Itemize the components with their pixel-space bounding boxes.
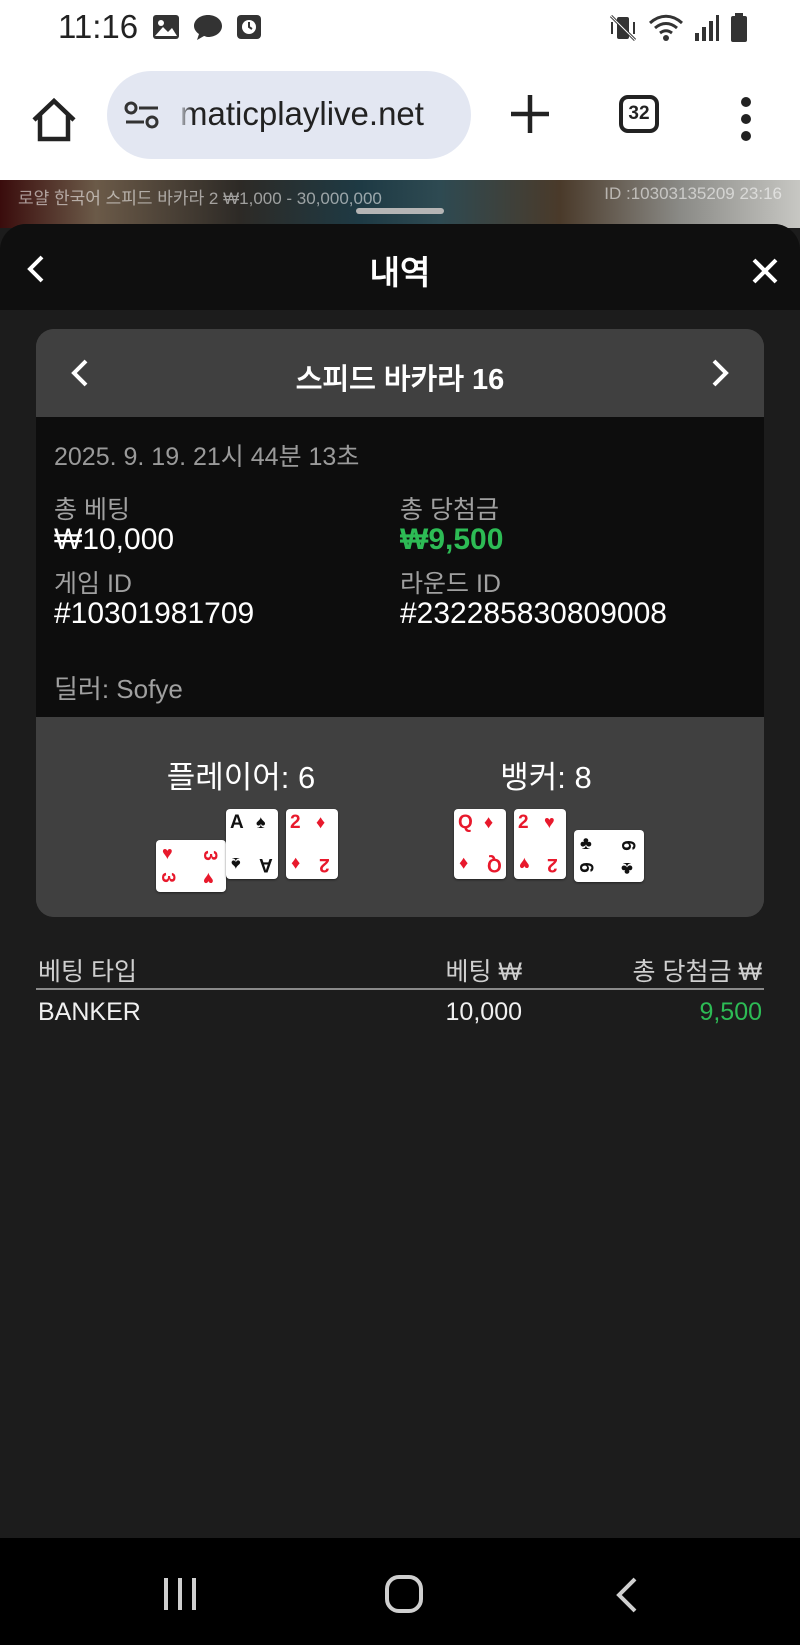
status-bar: 11:16 (0, 0, 800, 58)
dealer-name: 딜러: Sofye (54, 674, 183, 704)
table-title: 로얄 한국어 스피드 바카라 2 ₩1,000 - 30,000,000 (18, 189, 382, 208)
table-row: BANKER 10,000 9,500 (36, 994, 764, 1034)
col-bet-type: 베팅 타입 (38, 958, 137, 986)
game-id-label: 게임 ID (54, 570, 132, 598)
player-card-1: ♥ 3 3 ♥ (156, 840, 226, 892)
battery-icon (731, 13, 747, 42)
sheet-drag-handle[interactable] (356, 208, 444, 214)
sheet-header: 내역 (0, 224, 800, 310)
round-result: 플레이어: 6 뱅커: 8 ♥ 3 3 ♥ A ♠ ♠ A 2 ♦ ♦ 2 Q … (36, 717, 764, 917)
wifi-icon (648, 14, 684, 41)
banker-card-1: Q ♦ ♦ Q (454, 809, 506, 879)
total-bet-label: 총 베팅 (54, 496, 130, 524)
home-icon[interactable] (28, 94, 80, 146)
alarm-icon (237, 15, 261, 39)
banker-card-2: 2 ♥ ♥ 2 (514, 809, 566, 879)
sheet-title: 내역 (369, 254, 431, 291)
nav-home-icon[interactable] (384, 1574, 424, 1614)
history-sheet: 내역 스피드 바카라 16 2025. 9. 19. 21시 44분 13초 총… (0, 224, 800, 1538)
more-menu-icon[interactable] (736, 94, 756, 144)
game-name: 스피드 바카라 16 (295, 364, 505, 396)
col-total-win: 총 당첨금 ₩ (632, 958, 763, 986)
site-settings-icon[interactable] (124, 99, 160, 131)
player-card-3: 2 ♦ ♦ 2 (286, 809, 338, 879)
col-bet-amount: 베팅 ₩ (445, 958, 522, 986)
total-win-value: ₩9,500 (400, 523, 504, 556)
system-nav-bar (0, 1538, 800, 1645)
win-amount-cell: 9,500 (699, 998, 762, 1026)
recent-apps-icon[interactable] (162, 1576, 198, 1612)
table-id: ID :10303135209 23:16 (604, 184, 782, 203)
bets-table-header: 베팅 타입 베팅 ₩ 총 당첨금 ₩ (36, 948, 764, 990)
tab-switcher-button[interactable]: 32 (619, 95, 659, 133)
banker-score: 뱅커: 8 (500, 760, 592, 795)
nav-back-icon[interactable] (613, 1576, 639, 1614)
game-id-value: #10301981709 (54, 597, 255, 630)
total-win-label: 총 당첨금 (400, 496, 499, 524)
chat-bubble-icon (194, 15, 222, 40)
bet-amount-cell: 10,000 (445, 998, 522, 1026)
vibrate-mute-icon (609, 14, 637, 42)
round-detail-card: 스피드 바카라 16 2025. 9. 19. 21시 44분 13초 총 베팅… (36, 329, 764, 917)
status-time: 11:16 (58, 8, 139, 45)
new-tab-icon[interactable] (506, 90, 554, 138)
signal-icon (695, 15, 719, 41)
gallery-icon (153, 15, 179, 39)
address-bar[interactable]: maticplaylive.net (107, 71, 471, 159)
round-id-value: #232285830809008 (400, 597, 667, 630)
player-score: 플레이어: 6 (166, 760, 316, 795)
bet-type-cell: BANKER (38, 998, 141, 1026)
total-bet-value: ₩10,000 (54, 523, 175, 556)
round-id-label: 라운드 ID (400, 570, 501, 598)
banker-card-3: ♣ 6 6 ♣ (574, 830, 644, 882)
round-info: 2025. 9. 19. 21시 44분 13초 총 베팅 ₩10,000 총 … (36, 417, 764, 717)
close-icon[interactable] (751, 257, 779, 285)
card-header: 스피드 바카라 16 (36, 329, 764, 417)
url-text[interactable]: maticplaylive.net (180, 95, 424, 133)
browser-toolbar: maticplaylive.net 32 (0, 58, 800, 180)
round-datetime: 2025. 9. 19. 21시 44분 13초 (54, 443, 360, 471)
next-round-icon[interactable] (710, 358, 730, 388)
game-video-strip: 로얄 한국어 스피드 바카라 2 ₩1,000 - 30,000,000 ID … (0, 180, 800, 228)
player-card-2: A ♠ ♠ A (226, 809, 278, 879)
